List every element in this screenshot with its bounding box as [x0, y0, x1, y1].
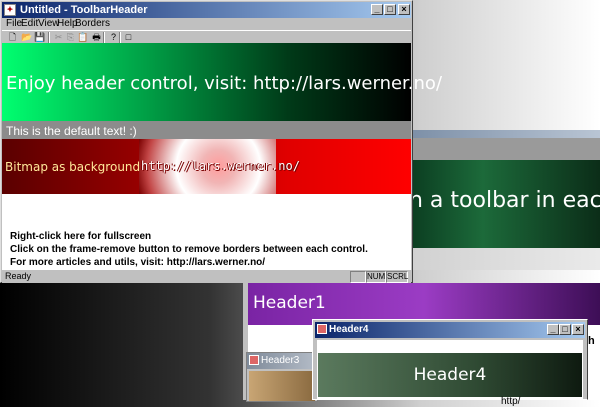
header4-text: Header4	[413, 365, 487, 385]
bitmap-image: http://lars.werner.no/	[139, 139, 300, 194]
header3-app-icon	[249, 355, 259, 365]
green-header-text: Enjoy header control, visit: http://lars…	[6, 73, 443, 94]
main-window[interactable]: ✦ Untitled - ToolbarHeader _ □ × File Ed…	[0, 0, 442, 283]
toolbar: 🗋 📂 💾 ✂ ⎘ 📋 🖶 ? □	[2, 30, 411, 44]
close-button[interactable]: ×	[398, 4, 410, 15]
bitmap-image-text: http://lars.werner.no/	[141, 159, 300, 173]
toolbar-separator	[119, 32, 121, 43]
header4-minimize-button[interactable]: _	[547, 324, 559, 335]
default-header-text: This is the default text! :)	[6, 124, 137, 138]
default-header-control[interactable]: This is the default text! :)	[2, 121, 411, 139]
open-folder-icon[interactable]: 📂	[21, 32, 32, 43]
cut-icon[interactable]: ✂	[53, 32, 64, 43]
toolbar-separator	[103, 32, 105, 43]
toolbar-separator	[48, 32, 50, 43]
header3-band	[249, 371, 315, 401]
bitmap-label: Bitmap as background	[5, 160, 141, 174]
status-ready: Ready	[5, 271, 32, 281]
window-title: Untitled - ToolbarHeader	[20, 4, 148, 16]
body-text-line: Click on the frame-remove button to remo…	[10, 244, 368, 255]
copy-icon[interactable]: ⎘	[65, 32, 76, 43]
header1-text: Header1	[253, 293, 326, 313]
header3-window[interactable]: Header3	[246, 352, 318, 402]
header4-app-icon	[317, 324, 327, 334]
background-lower-area	[405, 248, 600, 270]
maximize-button[interactable]: □	[384, 4, 396, 15]
bitmap-header-control[interactable]: Bitmap as background http://lars.werner.…	[2, 139, 411, 194]
menubar: File Edit View Help Borders	[2, 18, 411, 30]
status-scrl: SCRL	[386, 271, 409, 283]
main-titlebar[interactable]: ✦ Untitled - ToolbarHeader _ □ ×	[2, 2, 411, 18]
status-num: NUM	[366, 271, 386, 283]
header1-side-text: h	[588, 335, 595, 347]
header3-titlebar[interactable]: Header3	[247, 353, 317, 369]
help-icon[interactable]: ?	[108, 32, 119, 43]
header4-partial-text: http/	[501, 396, 521, 407]
paste-icon[interactable]: 📋	[77, 32, 88, 43]
header4-band: Header4	[318, 353, 582, 397]
menu-file[interactable]: File	[6, 18, 22, 29]
body-text-line: For more articles and utils, visit: http…	[10, 257, 266, 268]
print-icon[interactable]: 🖶	[91, 32, 102, 43]
new-file-icon[interactable]: 🗋	[7, 32, 18, 43]
header4-content: Header4	[317, 340, 583, 399]
background-window-titlebar	[405, 130, 600, 138]
menu-borders[interactable]: Borders	[75, 18, 110, 29]
header4-maximize-button[interactable]: □	[559, 324, 571, 335]
status-bar: Ready NUM SCRL	[2, 269, 411, 283]
green-header-control[interactable]: Enjoy header control, visit: http://lars…	[2, 43, 442, 121]
background-banner-text: n a toolbar in each	[409, 188, 600, 213]
background-green-header: n a toolbar in each	[405, 160, 600, 248]
header3-title: Header3	[261, 355, 300, 366]
body-text-line: Right-click here for fullscreen	[10, 231, 152, 242]
client-area[interactable]: Right-click here for fullscreen Click on…	[2, 194, 411, 269]
header4-close-button[interactable]: ×	[572, 324, 584, 335]
minimize-button[interactable]: _	[371, 4, 383, 15]
frame-remove-icon[interactable]: □	[123, 32, 134, 43]
header4-titlebar[interactable]: Header4 _ □ ×	[315, 322, 585, 338]
save-icon[interactable]: 💾	[34, 32, 45, 43]
menu-edit[interactable]: Edit	[21, 18, 38, 29]
app-icon: ✦	[4, 4, 16, 16]
background-window: n a toolbar in each	[405, 130, 600, 270]
status-pane-empty	[350, 271, 366, 283]
header4-title: Header4	[329, 324, 369, 335]
header4-window[interactable]: Header4 _ □ × Header4 http/	[312, 319, 588, 407]
background-grey-header	[405, 138, 600, 160]
